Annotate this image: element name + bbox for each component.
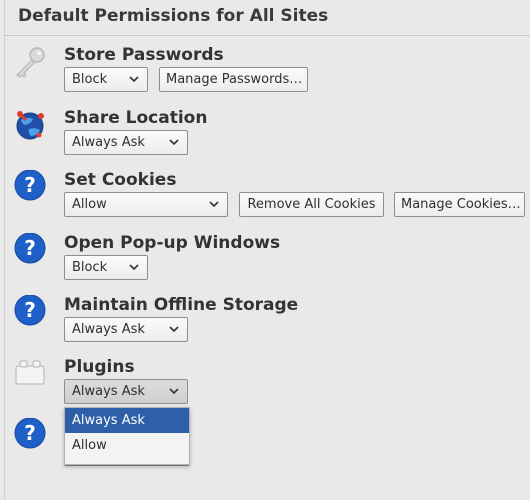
svg-text:?: ?	[24, 298, 36, 322]
dropdown-option-always-ask[interactable]: Always Ask	[65, 408, 189, 433]
permission-title: Plugins	[64, 357, 135, 377]
question-icon: ?	[13, 417, 47, 452]
remove-all-cookies-button[interactable]: Remove All Cookies	[239, 192, 384, 217]
question-icon: ?	[13, 169, 47, 204]
svg-text:?: ?	[24, 236, 36, 260]
permission-title: Maintain Offline Storage	[64, 295, 299, 315]
chevron-down-icon	[169, 388, 179, 395]
set-cookies-select[interactable]: Allow	[64, 192, 228, 217]
permission-title: Set Cookies	[64, 170, 177, 190]
permission-offline-storage: ? Maintain Offline Storage Always Ask	[0, 294, 530, 355]
plugins-select[interactable]: Always Ask	[64, 379, 188, 404]
chevron-down-icon	[169, 326, 179, 333]
manage-passwords-button[interactable]: Manage Passwords…	[159, 67, 308, 92]
permission-set-cookies: ? Set Cookies Allow Remove All Cookies M…	[0, 169, 530, 230]
popup-windows-select[interactable]: Block	[64, 255, 148, 280]
select-value: Block	[72, 72, 108, 87]
permission-title: Share Location	[64, 108, 208, 128]
key-icon	[13, 45, 47, 79]
svg-text:?: ?	[24, 421, 36, 445]
select-value: Always Ask	[72, 322, 145, 337]
plugins-dropdown-menu: Always Ask Allow	[64, 407, 190, 465]
chevron-down-icon	[129, 264, 139, 271]
chevron-down-icon	[129, 76, 139, 83]
permission-title: Open Pop-up Windows	[64, 233, 281, 253]
question-icon: ?	[13, 232, 47, 267]
permission-share-location: Share Location Always Ask	[0, 108, 530, 168]
dropdown-option-allow[interactable]: Allow	[65, 433, 189, 458]
chevron-down-icon	[209, 201, 219, 208]
select-value: Allow	[72, 197, 107, 212]
store-passwords-select[interactable]: Block	[64, 67, 148, 92]
chevron-down-icon	[169, 139, 179, 146]
share-location-select[interactable]: Always Ask	[64, 130, 188, 155]
title-divider	[4, 35, 530, 36]
permission-popup-windows: ? Open Pop-up Windows Block	[0, 232, 530, 293]
plugin-block-icon	[13, 357, 47, 391]
svg-text:?: ?	[24, 173, 36, 197]
select-value: Always Ask	[72, 135, 145, 150]
question-icon: ?	[13, 294, 47, 329]
page-title: Default Permissions for All Sites	[18, 6, 329, 26]
manage-cookies-button[interactable]: Manage Cookies…	[394, 192, 525, 217]
globe-location-icon	[13, 108, 47, 142]
select-value: Block	[72, 260, 108, 275]
permission-title: Store Passwords	[64, 45, 224, 65]
select-value: Always Ask	[72, 384, 145, 399]
offline-storage-select[interactable]: Always Ask	[64, 317, 188, 342]
permission-store-passwords: Store Passwords Block Manage Passwords…	[0, 45, 530, 105]
